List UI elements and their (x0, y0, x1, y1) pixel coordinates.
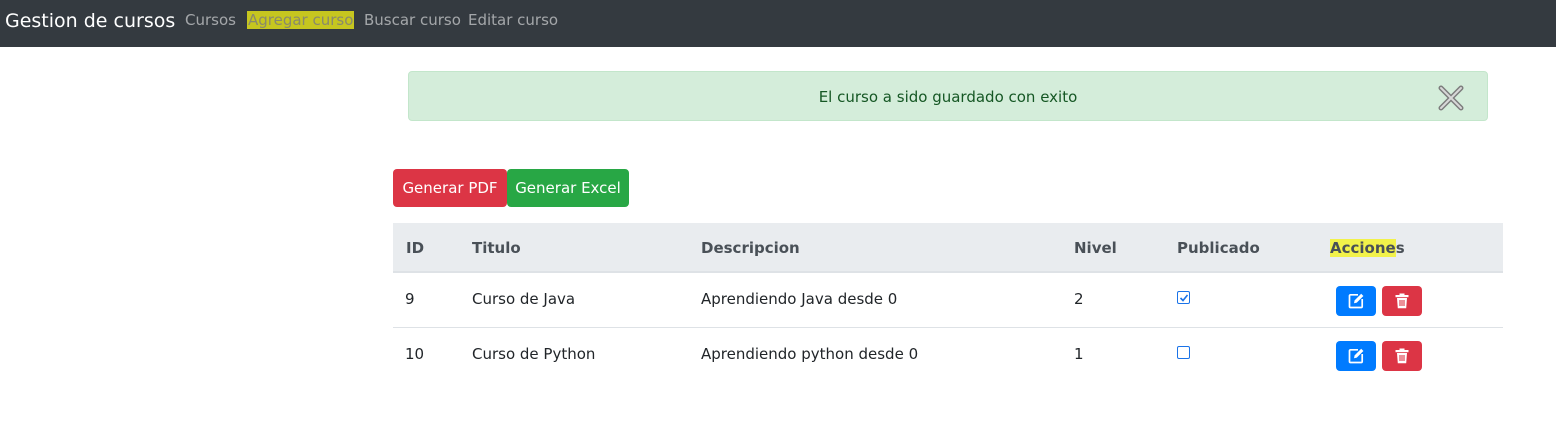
header-id: ID (406, 239, 425, 257)
edit-icon (1348, 293, 1364, 309)
delete-button[interactable] (1382, 286, 1422, 316)
top-navbar: Gestion de cursos Cursos Agregar curso B… (0, 0, 1556, 47)
table-row: 9 Curso de Java Aprendiendo Java desde 0… (393, 273, 1503, 328)
edit-button[interactable] (1336, 286, 1376, 316)
header-acciones: Acciones (1330, 239, 1405, 257)
cell-descripcion: Aprendiendo Java desde 0 (701, 290, 898, 308)
generate-excel-button[interactable]: Generar Excel (507, 169, 629, 207)
close-icon[interactable] (1437, 84, 1465, 112)
cell-id: 10 (405, 345, 425, 363)
cell-titulo: Curso de Python (472, 345, 596, 363)
navbar-brand[interactable]: Gestion de cursos (5, 9, 175, 33)
header-publicado: Publicado (1177, 239, 1260, 257)
cell-nivel: 1 (1074, 345, 1084, 363)
generate-pdf-button[interactable]: Generar PDF (393, 169, 507, 207)
trash-icon (1395, 348, 1409, 364)
cell-descripcion: Aprendiendo python desde 0 (701, 345, 919, 363)
trash-icon (1395, 293, 1409, 309)
header-acciones-rest: s (1395, 239, 1405, 257)
success-alert: El curso a sido guardado con exito (408, 71, 1488, 121)
cell-id: 9 (405, 290, 415, 308)
cell-nivel: 2 (1074, 290, 1084, 308)
nav-link-agregar-curso[interactable]: Agregar curso (247, 11, 355, 29)
alert-message: El curso a sido guardado con exito (818, 88, 1078, 106)
header-acciones-highlight: Accione (1330, 239, 1396, 257)
table-header: ID Titulo Descripcion Nivel Publicado Ac… (393, 223, 1503, 273)
edit-button[interactable] (1336, 341, 1376, 371)
cell-titulo: Curso de Java (472, 290, 576, 308)
header-titulo: Titulo (472, 239, 521, 257)
checkbox-checked-icon[interactable] (1177, 291, 1190, 304)
nav-link-buscar-curso[interactable]: Buscar curso (364, 11, 461, 29)
nav-link-cursos[interactable]: Cursos (185, 11, 236, 29)
nav-link-editar-curso[interactable]: Editar curso (468, 11, 558, 29)
edit-icon (1348, 348, 1364, 364)
checkbox-unchecked-icon[interactable] (1177, 346, 1190, 359)
header-nivel: Nivel (1074, 239, 1117, 257)
delete-button[interactable] (1382, 341, 1422, 371)
header-descripcion: Descripcion (701, 239, 800, 257)
table-row: 10 Curso de Python Aprendiendo python de… (393, 328, 1503, 383)
